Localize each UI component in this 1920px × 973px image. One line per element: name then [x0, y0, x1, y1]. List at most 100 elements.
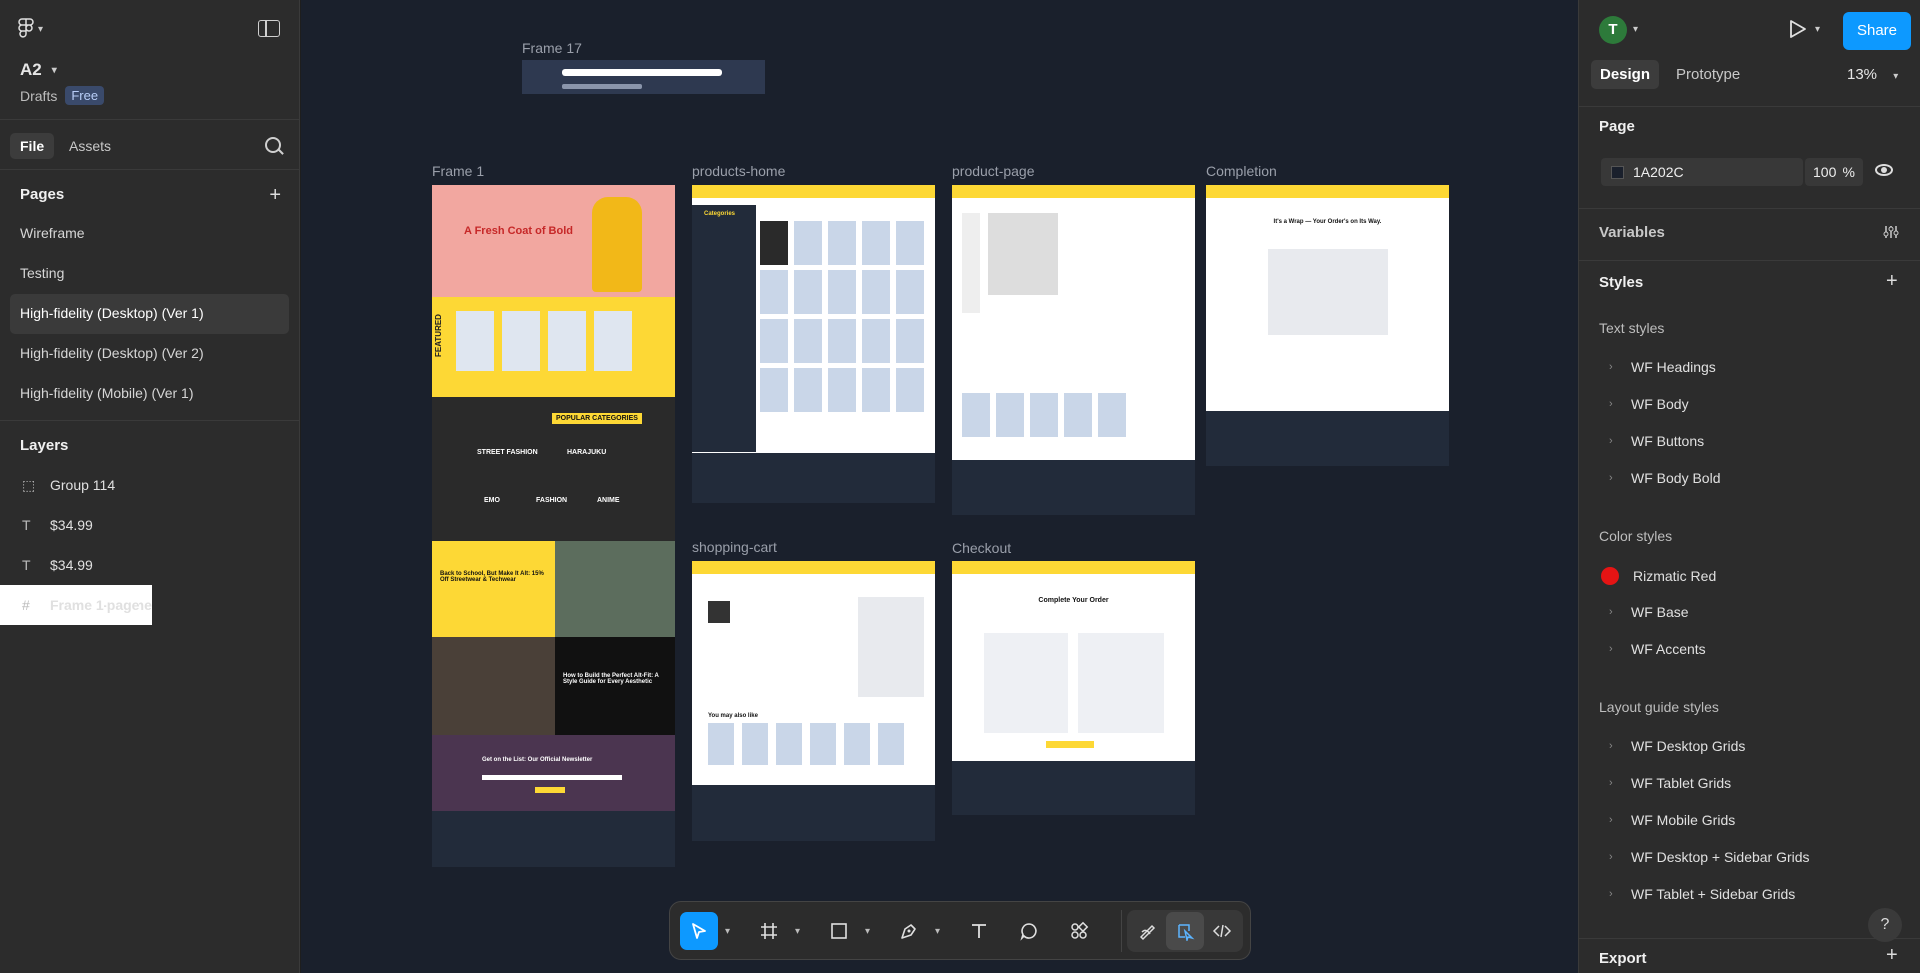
frame-1[interactable]: A Fresh Coat of Bold FEATURED POPULAR CA…	[432, 185, 675, 867]
page-color-hex[interactable]: 1A202C	[1633, 164, 1684, 180]
style-item[interactable]: › WF Buttons	[1609, 433, 1704, 449]
frame-17[interactable]	[522, 60, 765, 94]
chevron-right-icon[interactable]: ›	[1609, 740, 1617, 752]
checkout-frame[interactable]: Complete Your Order	[952, 561, 1195, 815]
page-item[interactable]: High-fidelity (Desktop) (Ver 1)	[10, 294, 289, 334]
search-icon[interactable]	[265, 137, 281, 153]
drafts-label[interactable]: Drafts	[20, 88, 57, 104]
style-item[interactable]: › WF Body Bold	[1609, 470, 1720, 486]
frame-label-product-page[interactable]: product-page	[952, 163, 1035, 179]
layer-label: $34.99	[50, 557, 93, 573]
group-icon: ⬚	[22, 476, 36, 493]
page-item[interactable]: Wireframe	[0, 214, 299, 254]
comment-tool[interactable]	[1010, 912, 1048, 950]
chevron-right-icon[interactable]: ›	[1609, 606, 1617, 618]
product-page-frame[interactable]	[952, 185, 1195, 515]
style-item[interactable]: › WF Headings	[1609, 359, 1716, 375]
chevron-down-icon[interactable]: ▾	[935, 926, 940, 937]
frame-label-frame-17[interactable]: Frame 17	[522, 40, 582, 56]
chevron-right-icon[interactable]: ›	[1609, 398, 1617, 410]
plan-badge[interactable]: Free	[65, 86, 105, 105]
design-mode-button[interactable]	[1166, 912, 1204, 950]
style-item[interactable]: › WF Base	[1609, 604, 1689, 620]
shape-tool[interactable]	[820, 912, 858, 950]
page-opacity-field[interactable]: 100 %	[1805, 158, 1863, 186]
tab-design[interactable]: Design	[1591, 60, 1660, 89]
shopping-cart-frame[interactable]: You may also like	[692, 561, 935, 841]
chevron-right-icon[interactable]: ›	[1609, 361, 1617, 373]
frame-tool[interactable]	[750, 912, 788, 950]
tab-assets[interactable]: Assets	[59, 133, 121, 159]
page-item[interactable]: Testing	[0, 254, 299, 294]
products-home-frame[interactable]: Categories	[692, 185, 935, 503]
chevron-right-icon[interactable]: ›	[1609, 814, 1617, 826]
chevron-right-icon[interactable]: ›	[1609, 851, 1617, 863]
variables-icon[interactable]	[1883, 224, 1899, 240]
chevron-down-icon[interactable]: ▾	[795, 926, 800, 937]
layer-row[interactable]: # Frame 1	[0, 585, 104, 625]
tab-prototype[interactable]: Prototype	[1667, 60, 1749, 89]
frame-label-checkout[interactable]: Checkout	[952, 540, 1011, 556]
style-item[interactable]: › WF Desktop + Sidebar Grids	[1609, 849, 1810, 865]
pen-tool[interactable]	[890, 912, 928, 950]
sidebar-toggle-icon[interactable]	[258, 20, 280, 37]
style-item[interactable]: Rizmatic Red	[1601, 567, 1716, 585]
user-avatar[interactable]: T	[1599, 16, 1627, 44]
frame-label-products-home[interactable]: products-home	[692, 163, 785, 179]
chevron-right-icon[interactable]: ›	[1609, 435, 1617, 447]
add-style-icon[interactable]: +	[1886, 270, 1902, 293]
color-styles-title: Color styles	[1599, 528, 1673, 544]
guide-row: How to Build the Perfect Alt-Fit: A Styl…	[432, 637, 675, 735]
color-swatch[interactable]	[1611, 166, 1624, 179]
opacity-value: 100	[1813, 164, 1837, 180]
style-label: WF Buttons	[1631, 433, 1705, 449]
canvas[interactable]: Frame 17 Frame 1 A Fresh Coat of Bold FE…	[301, 0, 1578, 973]
present-play-icon[interactable]	[1789, 19, 1807, 39]
add-page-icon[interactable]: +	[269, 184, 281, 207]
dev-mode-button[interactable]	[1203, 912, 1241, 950]
main-menu-button[interactable]: ▾	[18, 18, 43, 40]
popular-categories: POPULAR CATEGORIES STREET FASHION HARAJU…	[432, 397, 675, 541]
chevron-right-icon[interactable]: ›	[1609, 888, 1617, 900]
frame-label-shopping-cart[interactable]: shopping-cart	[692, 539, 777, 555]
chevron-down-icon[interactable]: ▾	[865, 926, 870, 937]
file-name[interactable]: A2 ▾	[20, 60, 57, 80]
page-item[interactable]: High-fidelity (Desktop) (Ver 2)	[0, 334, 299, 374]
page-color-field[interactable]: 1A202C	[1601, 158, 1803, 186]
share-button[interactable]: Share	[1843, 12, 1911, 50]
layer-row[interactable]: T $34.99	[0, 505, 299, 545]
style-item[interactable]: › WF Tablet + Sidebar Grids	[1609, 886, 1795, 902]
zoom-control[interactable]: 13% ▾	[1847, 66, 1898, 83]
layout-guide-styles-title: Layout guide styles	[1599, 699, 1719, 715]
tab-file[interactable]: File	[10, 133, 55, 159]
layer-row[interactable]: ⬚ Group 114	[0, 465, 299, 505]
chevron-right-icon[interactable]: ›	[1609, 777, 1617, 789]
style-item[interactable]: › WF Accents	[1609, 641, 1706, 657]
frame-label-completion[interactable]: Completion	[1206, 163, 1277, 179]
completion-frame[interactable]: It's a Wrap — Your Order's on Its Way.	[1206, 185, 1449, 466]
help-button[interactable]: ?	[1868, 908, 1902, 942]
frame-label-frame-1[interactable]: Frame 1	[432, 163, 484, 179]
style-item[interactable]: › WF Desktop Grids	[1609, 738, 1745, 754]
newsletter-text: Get on the List: Our Official Newsletter	[482, 757, 593, 763]
move-tool[interactable]	[680, 912, 718, 950]
eye-icon[interactable]	[1875, 164, 1893, 176]
style-item[interactable]: › WF Tablet Grids	[1609, 775, 1731, 791]
draw-mode-button[interactable]	[1129, 912, 1167, 950]
style-label: WF Desktop Grids	[1631, 738, 1746, 754]
chevron-down-icon[interactable]: ▾	[1633, 24, 1638, 35]
text-tool[interactable]	[960, 912, 998, 950]
actions-tool[interactable]	[1060, 912, 1098, 950]
chevron-right-icon[interactable]: ›	[1609, 472, 1617, 484]
style-item[interactable]: › WF Body	[1609, 396, 1689, 412]
zoom-value: 13%	[1847, 66, 1878, 83]
hero-banner: A Fresh Coat of Bold	[432, 185, 675, 297]
page-item[interactable]: High-fidelity (Mobile) (Ver 1)	[0, 374, 299, 414]
style-item[interactable]: › WF Mobile Grids	[1609, 812, 1735, 828]
layer-row[interactable]: T $34.99	[0, 545, 299, 585]
chevron-down-icon[interactable]: ▾	[1815, 24, 1820, 35]
chevron-right-icon[interactable]: ›	[1609, 643, 1617, 655]
frame-icon: #	[22, 597, 30, 613]
chevron-down-icon[interactable]: ▾	[725, 926, 730, 937]
add-export-icon[interactable]: +	[1886, 944, 1898, 967]
